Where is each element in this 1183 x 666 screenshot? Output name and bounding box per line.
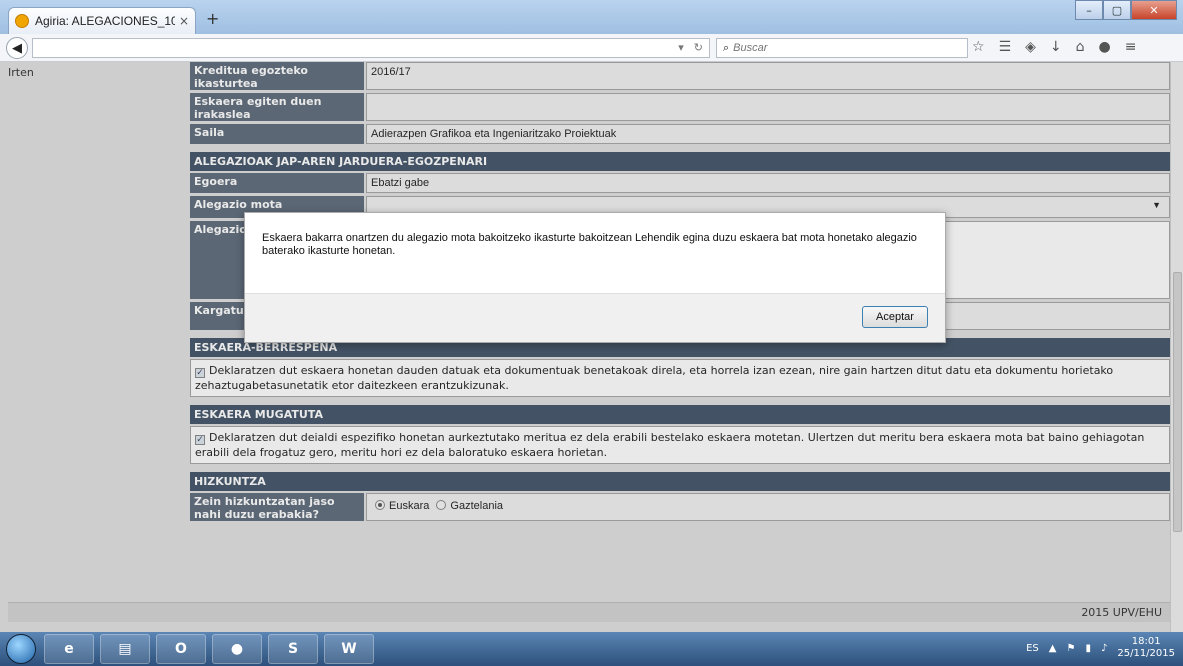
modal-overlay [0,62,1183,632]
clock-date: 25/11/2015 [1117,648,1175,659]
maximize-button[interactable]: ▢ [1103,0,1131,20]
search-icon: ⌕ [723,41,730,54]
browser-titlebar: Agiria: ALEGACIONES_10 - ... × + – ▢ ✕ [0,0,1183,34]
pocket-icon[interactable]: ◈ [1025,39,1036,55]
browser-toolbar: ☆ ☰ ◈ ↓ ⌂ ● ≡ [972,39,1136,55]
reload-icon[interactable]: ↻ [694,41,703,54]
close-window-button[interactable]: ✕ [1131,0,1177,20]
flag-icon[interactable]: ⚑ [1066,643,1075,654]
back-button[interactable]: ◀ [6,37,28,59]
ie-icon[interactable]: e [44,634,94,664]
chat-icon[interactable]: ● [1099,39,1111,55]
clock-time: 18:01 [1131,636,1161,647]
browser-tab[interactable]: Agiria: ALEGACIONES_10 - ... × [8,7,196,34]
dialog-footer: Aceptar [245,293,945,342]
star-icon[interactable]: ☆ [972,39,985,55]
bookmarks-icon[interactable]: ☰ [999,39,1012,55]
search-input[interactable] [733,42,934,54]
tab-close-icon[interactable]: × [179,14,189,28]
alert-dialog: Eskaera bakarra onartzen du alegazio mot… [244,212,946,343]
explorer-icon[interactable]: ▤ [100,634,150,664]
language-indicator[interactable]: ES [1026,643,1039,654]
new-tab-button[interactable]: + [206,9,219,28]
address-bar[interactable]: ▾ ↻ [32,38,710,58]
tab-title: Agiria: ALEGACIONES_10 - ... [35,14,175,28]
volume-icon[interactable]: ♪ [1101,643,1107,654]
dialog-message: Eskaera bakarra onartzen du alegazio mot… [262,232,917,257]
search-bar[interactable]: ⌕ [716,38,968,58]
arrow-left-icon: ◀ [12,40,22,56]
download-icon[interactable]: ↓ [1050,39,1062,55]
home-icon[interactable]: ⌂ [1076,39,1085,55]
outlook-icon[interactable]: O [156,634,206,664]
word-icon[interactable]: W [324,634,374,664]
start-button[interactable] [6,634,36,664]
clock[interactable]: 18:01 25/11/2015 [1117,636,1175,660]
menu-icon[interactable]: ≡ [1125,39,1137,55]
tray-arrow-icon[interactable]: ▲ [1049,643,1057,654]
network-icon[interactable]: ▮ [1085,643,1091,654]
firefox-icon[interactable]: ● [212,634,262,664]
minimize-button[interactable]: – [1075,0,1103,20]
skype-icon[interactable]: S [268,634,318,664]
dropdown-arrow-icon[interactable]: ▾ [678,41,684,54]
browser-navbar: ◀ ▾ ↻ ⌕ ☆ ☰ ◈ ↓ ⌂ ● ≡ [0,34,1183,62]
system-tray: ES ▲ ⚑ ▮ ♪ 18:01 25/11/2015 [1026,636,1175,660]
favicon-icon [15,14,29,28]
taskbar: e ▤ O ● S W ES ▲ ⚑ ▮ ♪ 18:01 25/11/2015 [0,632,1183,666]
accept-button[interactable]: Aceptar [862,306,928,328]
window-controls: – ▢ ✕ [1075,0,1177,20]
